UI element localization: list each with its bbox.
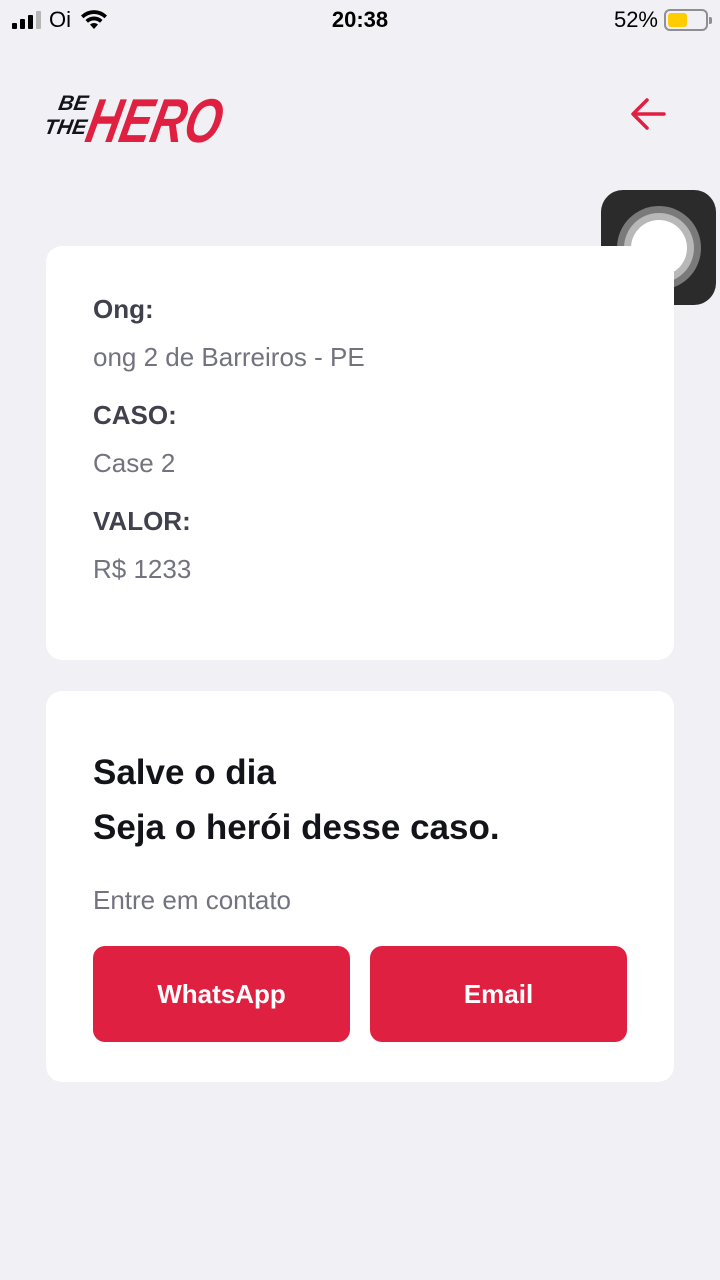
email-button[interactable]: Email <box>370 946 627 1042</box>
value-label: VALOR: <box>93 506 191 536</box>
back-button[interactable] <box>628 94 668 134</box>
arrow-left-icon <box>631 98 666 130</box>
incident-card: Ong: ong 2 de Barreiros - PE CASO: Case … <box>46 246 674 660</box>
case-label: CASO: <box>93 400 177 430</box>
be-the-hero-logo: BE THE HERO <box>46 87 230 156</box>
carrier-name: Oi <box>49 7 71 32</box>
battery-percent: 52% <box>613 7 658 32</box>
hero-title-line2: Seja o herói desse caso. <box>93 808 500 847</box>
status-left: Oi <box>12 7 109 33</box>
ong-label: Ong: <box>93 294 154 324</box>
hero-title-line1: Salve o dia <box>93 753 276 792</box>
battery-icon <box>664 9 712 31</box>
logo-hero: HERO <box>81 87 230 156</box>
logo-be: BE <box>57 92 91 115</box>
contact-actions: WhatsApp Email <box>93 946 627 1042</box>
case-value: Case 2 <box>93 448 176 478</box>
header: BE THE HERO <box>46 74 674 158</box>
wifi-icon <box>81 10 107 29</box>
battery-level <box>668 13 687 27</box>
status-bar: Oi 20:38 52% <box>0 0 720 40</box>
value-amount: R$ 1233 <box>93 554 192 584</box>
logo-the: THE <box>46 116 89 139</box>
whatsapp-button[interactable]: WhatsApp <box>93 946 350 1042</box>
status-right: 52% <box>613 7 712 33</box>
contact-description: Entre em contato <box>93 885 291 915</box>
ong-value: ong 2 de Barreiros - PE <box>93 342 365 372</box>
contact-card: Salve o dia Seja o herói desse caso. Ent… <box>46 691 674 1082</box>
signal-icon <box>12 11 41 29</box>
